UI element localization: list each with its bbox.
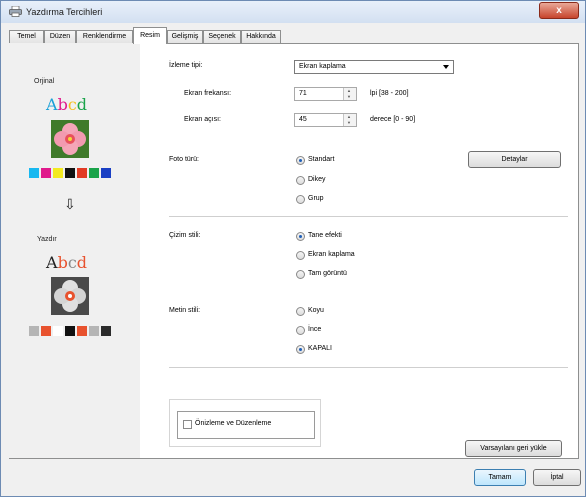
swatch-white [53, 326, 63, 336]
text-style-koyu-radio[interactable] [296, 307, 305, 316]
swatch-yellow [53, 168, 63, 178]
photo-type-grup-label: Grup [308, 195, 324, 202]
tab-temel[interactable]: Temel [9, 30, 44, 43]
photo-type-grup-radio[interactable] [296, 195, 305, 204]
section-divider [169, 216, 568, 217]
screen-angle-range: derece [0 - 90] [370, 116, 416, 123]
drawing-style-ekran-label: Ekran kaplama [308, 251, 355, 258]
cancel-button[interactable]: İptal [533, 469, 581, 486]
drawing-style-tam-label: Tam görüntü [308, 270, 347, 277]
print-sample-text: Abcd [46, 253, 88, 272]
chevron-down-icon [443, 65, 449, 69]
ok-button[interactable]: Tamam [474, 469, 526, 486]
spin-up-icon: ▲ [347, 114, 351, 119]
swatch-gray [89, 326, 99, 336]
screening-type-select[interactable]: Ekran kaplama [294, 60, 454, 74]
photo-type-label: Foto türü: [169, 156, 199, 163]
drawing-style-ekran-radio[interactable] [296, 251, 305, 260]
close-button[interactable]: x [539, 2, 579, 19]
swatch-cyan [29, 168, 39, 178]
photo-type-standart-label: Standart [308, 156, 335, 163]
screen-angle-label: Ekran açısı: [184, 116, 221, 123]
print-flower-image [51, 277, 89, 315]
screening-type-value: Ekran kaplama [299, 63, 346, 70]
title-bar: Yazdırma Tercihleri x [1, 1, 585, 23]
tab-renklendirme[interactable]: Renklendirme [76, 30, 133, 43]
spin-down-icon: ▼ [347, 94, 351, 99]
spin-down-icon: ▼ [347, 120, 351, 125]
screen-frequency-range: lpi [38 - 200] [370, 90, 409, 97]
drawing-style-tane-label: Tane efekti [308, 232, 342, 239]
screen-angle-value: 45 [299, 116, 307, 123]
original-flower-image [51, 120, 89, 158]
text-style-kapali-radio[interactable] [296, 345, 305, 354]
swatch-black [65, 168, 75, 178]
screen-frequency-spinner[interactable]: ▲ ▼ [343, 88, 356, 100]
screening-type-label: İzleme tipi: [169, 62, 203, 69]
text-style-koyu-label: Koyu [308, 307, 324, 314]
screen-angle-spinner[interactable]: ▲ ▼ [343, 114, 356, 126]
tab-hakkinda[interactable]: Hakkında [241, 30, 281, 43]
swatch-dark-gray [101, 326, 111, 336]
print-label: Yazdır [37, 236, 57, 243]
photo-type-standart-radio[interactable] [296, 156, 305, 165]
section-divider [169, 367, 568, 368]
screen-frequency-label: Ekran frekansı: [184, 90, 232, 97]
swatch-blue [101, 168, 111, 178]
drawing-style-label: Çizim stili: [169, 232, 201, 239]
original-label: Orjinal [34, 78, 55, 85]
swatch-orange [77, 326, 87, 336]
window-title: Yazdırma Tercihleri [26, 7, 103, 17]
down-arrow-icon: ⇩ [64, 197, 76, 213]
preview-edit-label: Önizleme ve Düzenleme [195, 420, 272, 427]
drawing-style-tam-radio[interactable] [296, 270, 305, 279]
drawing-style-tane-radio[interactable] [296, 232, 305, 241]
printing-preferences-window: Yazdırma Tercihleri x Temel Düzen Renkle… [0, 0, 586, 497]
spin-up-icon: ▲ [347, 88, 351, 93]
tab-gelismis[interactable]: Gelişmiş [167, 30, 203, 43]
text-style-kapali-label: KAPALI [308, 345, 332, 352]
swatch-orange [41, 326, 51, 336]
swatch-magenta [41, 168, 51, 178]
photo-type-dikey-radio[interactable] [296, 176, 305, 185]
text-style-ince-radio[interactable] [296, 326, 305, 335]
original-sample-text: Abcd [46, 95, 88, 114]
tab-resim[interactable]: Resim [133, 27, 167, 44]
screen-frequency-value: 71 [299, 90, 307, 97]
tab-duzen[interactable]: Düzen [44, 30, 76, 43]
text-style-ince-label: İnce [308, 326, 322, 333]
restore-defaults-button[interactable]: Varsayılanı geri yükle [465, 440, 562, 457]
text-style-label: Metin stili: [169, 307, 201, 314]
tab-secenek[interactable]: Seçenek [203, 30, 241, 43]
swatch-gray [29, 326, 39, 336]
printer-icon [9, 6, 22, 17]
preview-area: Orjinal Abcd ⇩ Yazdır Abcd [9, 43, 140, 458]
swatch-green [89, 168, 99, 178]
swatch-red [77, 168, 87, 178]
screen-angle-input[interactable]: 45 ▲ ▼ [294, 113, 357, 127]
screen-frequency-input[interactable]: 71 ▲ ▼ [294, 87, 357, 101]
swatch-black [65, 326, 75, 336]
details-button[interactable]: Detaylar [468, 151, 561, 168]
photo-type-dikey-label: Dikey [308, 176, 326, 183]
preview-edit-checkbox[interactable] [183, 420, 192, 429]
